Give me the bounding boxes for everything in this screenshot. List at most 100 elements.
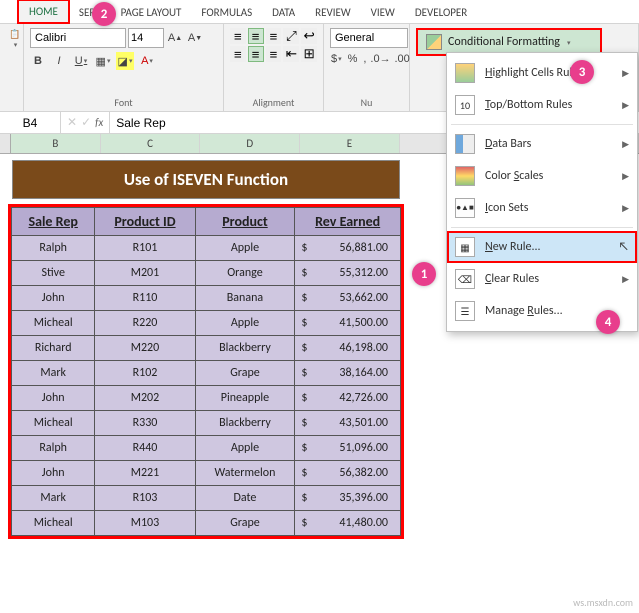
cell[interactable]: John — [12, 286, 95, 311]
cell[interactable]: M221 — [95, 461, 195, 486]
menu-new-rule[interactable]: ▦ New Rule... ↖ — [447, 231, 637, 263]
italic-button[interactable]: I — [50, 52, 68, 70]
cell[interactable]: Richard — [12, 336, 95, 361]
cell[interactable]: Orange — [195, 261, 295, 286]
tab-review[interactable]: REVIEW — [305, 2, 361, 23]
table-row[interactable]: JohnR110Banana$53,662.00 — [12, 286, 401, 311]
table-row[interactable]: MarkR103Date$35,396.00 — [12, 486, 401, 511]
currency-button[interactable]: $▾ — [330, 50, 343, 68]
tab-home[interactable]: HOME — [18, 0, 69, 23]
tab-pagelayout[interactable]: PAGE LAYOUT — [111, 2, 192, 23]
align-center-button[interactable]: ≡ — [248, 46, 264, 62]
cell-revenue[interactable]: $55,312.00 — [295, 261, 401, 286]
cell-revenue[interactable]: $56,382.00 — [295, 461, 401, 486]
cell[interactable]: Apple — [195, 311, 295, 336]
cell[interactable]: M202 — [95, 386, 195, 411]
cell[interactable]: R220 — [95, 311, 195, 336]
decrease-font-button[interactable]: A▼ — [186, 29, 204, 47]
menu-data-bars[interactable]: Data Bars ▶ — [447, 128, 637, 160]
menu-topbottom-rules[interactable]: 10 Top/Bottom Rules ▶ — [447, 89, 637, 121]
table-row[interactable]: MichealR220Apple$41,500.00 — [12, 311, 401, 336]
cell-revenue[interactable]: $41,480.00 — [295, 511, 401, 536]
tab-data[interactable]: DATA — [262, 2, 305, 23]
underline-button[interactable]: U▾ — [72, 52, 90, 70]
align-top-button[interactable]: ≡ — [230, 28, 246, 44]
table-row[interactable]: RalphR101Apple$56,881.00 — [12, 236, 401, 261]
cell-revenue[interactable]: $41,500.00 — [295, 311, 401, 336]
align-left-button[interactable]: ≡ — [230, 46, 246, 62]
paste-button[interactable]: 📋▾ — [6, 28, 24, 68]
table-row[interactable]: RichardM220Blackberry$46,198.00 — [12, 336, 401, 361]
name-box[interactable] — [0, 114, 60, 132]
cell[interactable]: Mark — [12, 361, 95, 386]
cell[interactable]: Micheal — [12, 511, 95, 536]
cell[interactable]: Blackberry — [195, 336, 295, 361]
cell[interactable]: John — [12, 386, 95, 411]
increase-decimal-button[interactable]: .0→ — [371, 50, 389, 68]
menu-color-scales[interactable]: Color Scales ▶ — [447, 160, 637, 192]
increase-font-button[interactable]: A▲ — [166, 29, 184, 47]
select-all-corner[interactable] — [0, 134, 11, 153]
align-bottom-button[interactable]: ≡ — [266, 28, 282, 44]
table-row[interactable]: RalphR440Apple$51,096.00 — [12, 436, 401, 461]
cell[interactable]: R110 — [95, 286, 195, 311]
number-format-select[interactable] — [330, 28, 408, 48]
cell[interactable]: M103 — [95, 511, 195, 536]
cell[interactable]: R330 — [95, 411, 195, 436]
cell[interactable]: Date — [195, 486, 295, 511]
cell[interactable]: M220 — [95, 336, 195, 361]
cell[interactable]: R103 — [95, 486, 195, 511]
table-row[interactable]: StiveM201Orange$55,312.00 — [12, 261, 401, 286]
merge-button[interactable]: ⊞ — [301, 46, 317, 62]
col-header-e[interactable]: E — [300, 134, 400, 153]
cell[interactable]: Blackberry — [195, 411, 295, 436]
cell[interactable]: John — [12, 461, 95, 486]
decrease-indent-button[interactable]: ⇤ — [283, 46, 299, 62]
cancel-icon[interactable]: ✕ — [67, 115, 77, 130]
menu-clear-rules[interactable]: ⌫ Clear Rules ▶ — [447, 263, 637, 295]
tab-developer[interactable]: DEVELOPER — [405, 2, 477, 23]
col-header-d[interactable]: D — [200, 134, 300, 153]
cell[interactable]: Micheal — [12, 411, 95, 436]
cell-revenue[interactable]: $38,164.00 — [295, 361, 401, 386]
align-middle-button[interactable]: ≡ — [248, 28, 264, 44]
tab-view[interactable]: VIEW — [361, 2, 405, 23]
comma-button[interactable]: , — [362, 50, 367, 68]
cell-revenue[interactable]: $43,501.00 — [295, 411, 401, 436]
cell[interactable]: Mark — [12, 486, 95, 511]
cell[interactable]: Banana — [195, 286, 295, 311]
font-name-select[interactable] — [30, 28, 126, 48]
menu-icon-sets[interactable]: ●▲■ Icon Sets ▶ — [447, 192, 637, 224]
tab-formulas[interactable]: FORMULAS — [191, 2, 262, 23]
cell[interactable]: Grape — [195, 361, 295, 386]
table-row[interactable]: MichealR330Blackberry$43,501.00 — [12, 411, 401, 436]
align-right-button[interactable]: ≡ — [266, 46, 282, 62]
cell-revenue[interactable]: $56,881.00 — [295, 236, 401, 261]
cell[interactable]: Ralph — [12, 436, 95, 461]
decrease-decimal-button[interactable]: .00 — [393, 50, 410, 68]
col-header-b[interactable]: B — [11, 134, 101, 153]
font-size-select[interactable] — [128, 28, 164, 48]
cell[interactable]: Apple — [195, 436, 295, 461]
cell[interactable]: Apple — [195, 236, 295, 261]
cell[interactable]: Watermelon — [195, 461, 295, 486]
col-header-c[interactable]: C — [101, 134, 201, 153]
cell-revenue[interactable]: $42,726.00 — [295, 386, 401, 411]
cell[interactable]: Stive — [12, 261, 95, 286]
cell[interactable]: Micheal — [12, 311, 95, 336]
table-row[interactable]: MichealM103Grape$41,480.00 — [12, 511, 401, 536]
border-button[interactable]: ▦▾ — [94, 52, 112, 70]
menu-highlight-rules[interactable]: Highlight Cells Rules ▶ — [447, 57, 637, 89]
fill-color-button[interactable]: ◪▾ — [116, 52, 134, 70]
selected-range[interactable]: Sale Rep Product ID Product Rev Earned R… — [11, 207, 401, 536]
table-row[interactable]: MarkR102Grape$38,164.00 — [12, 361, 401, 386]
cell[interactable]: Grape — [195, 511, 295, 536]
cell-revenue[interactable]: $35,396.00 — [295, 486, 401, 511]
font-color-button[interactable]: A▾ — [138, 52, 156, 70]
cell[interactable]: R440 — [95, 436, 195, 461]
enter-icon[interactable]: ✓ — [81, 115, 91, 130]
table-row[interactable]: JohnM221Watermelon$56,382.00 — [12, 461, 401, 486]
cell[interactable]: R101 — [95, 236, 195, 261]
cell[interactable]: R102 — [95, 361, 195, 386]
table-row[interactable]: JohnM202Pineapple$42,726.00 — [12, 386, 401, 411]
